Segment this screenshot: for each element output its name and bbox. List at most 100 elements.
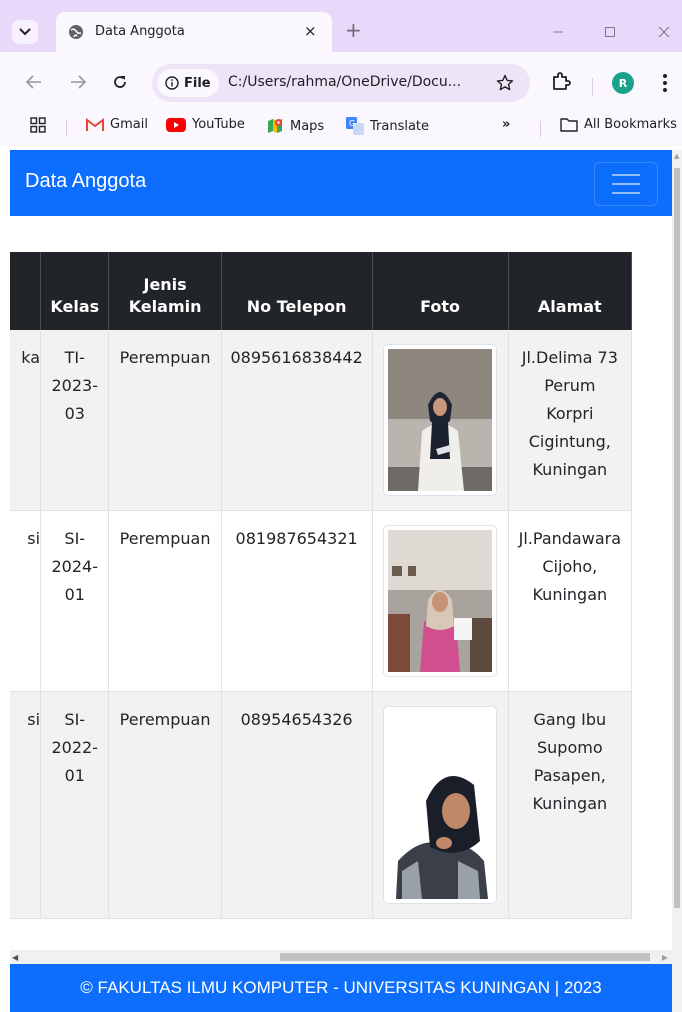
maximize-button[interactable] [596, 18, 624, 46]
cell-line: Gang Ibu [533, 710, 607, 729]
bookmark-youtube[interactable]: YouTube [166, 117, 245, 132]
bookmark-star-button[interactable] [494, 72, 516, 94]
cell-prodi: si [10, 691, 42, 919]
photo-image [388, 530, 493, 672]
bookmark-label: Maps [290, 118, 325, 134]
bookmark-separator [540, 121, 541, 137]
toolbar-divider [592, 78, 593, 96]
scroll-right-arrow-icon[interactable]: ▶ [662, 953, 668, 962]
bookmark-separator [66, 121, 67, 137]
cell-line: Korpri [546, 404, 594, 423]
header-line: Jenis [143, 275, 187, 294]
bookmark-maps[interactable]: Maps [266, 117, 324, 135]
photo-image [388, 711, 493, 899]
address-bar[interactable]: File C:/Users/rahma/OneDrive/Docu... [152, 64, 530, 102]
column-header-jenis-kelamin: Jenis Kelamin [108, 252, 222, 330]
close-icon [658, 26, 670, 38]
reload-button[interactable] [108, 72, 132, 92]
cell-jenis-kelamin: Perempuan [108, 510, 222, 692]
cell-no-telepon: 08954654326 [221, 691, 373, 919]
tab-title: Data Anggota [95, 24, 185, 39]
scroll-left-arrow-icon[interactable]: ◀ [12, 953, 18, 962]
tab-search-button[interactable] [12, 20, 38, 44]
cell-alamat: Gang Ibu Supomo Pasapen, Kuningan [508, 691, 633, 919]
star-icon [496, 74, 514, 91]
cell-line: Supomo [537, 738, 603, 757]
minimize-icon [553, 31, 563, 33]
maps-icon [268, 119, 282, 133]
arrow-left-icon [26, 75, 41, 89]
cell-kelas: SI- 2022- 01 [40, 691, 110, 919]
cell-kelas: TI- 2023- 03 [40, 330, 110, 511]
vertical-scrollbar[interactable]: ▲ [672, 150, 682, 1012]
tab-data-anggota[interactable]: Data Anggota × [56, 12, 332, 52]
apps-grid-icon [30, 117, 46, 133]
cell-text: ka [21, 348, 41, 367]
bookmark-label: Gmail [110, 117, 148, 132]
horizontal-scrollbar-thumb[interactable] [280, 953, 650, 961]
browser-menu-button[interactable] [656, 72, 674, 94]
back-button[interactable] [22, 72, 46, 92]
table-header-row: Kelas Jenis Kelamin No Telepon Foto Alama… [10, 252, 633, 330]
header-line: Kelamin [128, 297, 202, 316]
info-icon [165, 76, 179, 90]
members-table: Kelas Jenis Kelamin No Telepon Foto Alama… [10, 252, 633, 919]
chevron-down-icon [19, 28, 31, 36]
maximize-icon [605, 27, 615, 37]
member-photo [383, 706, 498, 904]
arrow-right-icon [71, 75, 86, 89]
window-close-button[interactable] [650, 18, 678, 46]
cell-line: TI- [64, 348, 85, 367]
globe-icon [69, 25, 83, 39]
svg-text:G: G [349, 119, 355, 128]
more-bookmarks-button[interactable]: » [502, 117, 510, 132]
url-text[interactable]: C:/Users/rahma/OneDrive/Docu... [228, 74, 461, 90]
cell-line: SI- [64, 529, 86, 548]
cell-prodi: ka [10, 330, 42, 511]
reload-icon [114, 76, 126, 88]
new-tab-button[interactable]: + [345, 20, 362, 40]
cell-foto [372, 691, 509, 919]
cell-alamat: Jl.Pandawara Cijoho, Kuningan [508, 510, 633, 692]
cell-jenis-kelamin: Perempuan [108, 691, 222, 919]
column-header-foto: Foto [372, 252, 509, 330]
vertical-scrollbar-thumb[interactable] [674, 168, 680, 908]
cell-line: Cigintung, [528, 432, 611, 451]
scroll-up-arrow-icon[interactable]: ▲ [674, 152, 679, 160]
cell-line: 01 [64, 766, 85, 785]
all-bookmarks-button[interactable]: All Bookmarks [560, 117, 677, 132]
close-tab-button[interactable]: × [304, 22, 317, 40]
forward-button[interactable] [66, 72, 90, 92]
page-viewport: Data Anggota Kelas Jenis Kelamin No Telep… [10, 150, 672, 950]
all-bookmarks-label: All Bookmarks [584, 117, 677, 132]
navbar: Data Anggota [10, 150, 672, 216]
cell-line: Jl.Delima 73 [521, 348, 618, 367]
cell-kelas: SI- 2024- 01 [40, 510, 110, 692]
browser-toolbar: File C:/Users/rahma/OneDrive/Docu... R [0, 52, 682, 108]
cell-line: 03 [64, 404, 85, 423]
cell-line: Kuningan [532, 460, 608, 479]
cell-line: 2023- [51, 376, 99, 395]
cell-prodi: si [10, 510, 42, 692]
bookmark-translate[interactable]: G Translate [346, 117, 429, 135]
minimize-button[interactable] [544, 18, 572, 46]
cell-line: 2024- [51, 557, 99, 576]
navbar-toggler-button[interactable] [594, 162, 658, 206]
cell-foto [372, 330, 509, 511]
cell-line: Cijoho, [542, 557, 598, 576]
extensions-icon[interactable] [550, 70, 572, 92]
horizontal-scrollbar[interactable]: ◀ ▶ [10, 950, 672, 964]
photo-image [388, 349, 493, 491]
site-info-button[interactable]: File [157, 69, 219, 97]
apps-button[interactable] [30, 117, 46, 133]
profile-avatar[interactable]: R [612, 72, 634, 94]
navbar-brand[interactable]: Data Anggota [25, 170, 146, 193]
cell-line: Pasapen, [533, 766, 606, 785]
column-header-cut [10, 252, 42, 330]
cell-line: 2022- [51, 738, 99, 757]
bookmark-gmail[interactable]: Gmail [86, 117, 148, 132]
cell-line: Kuningan [532, 794, 608, 813]
cell-alamat: Jl.Delima 73 Perum Korpri Cigintung, Kun… [508, 330, 633, 511]
cell-text: si [27, 710, 41, 729]
column-header-kelas: Kelas [40, 252, 110, 330]
